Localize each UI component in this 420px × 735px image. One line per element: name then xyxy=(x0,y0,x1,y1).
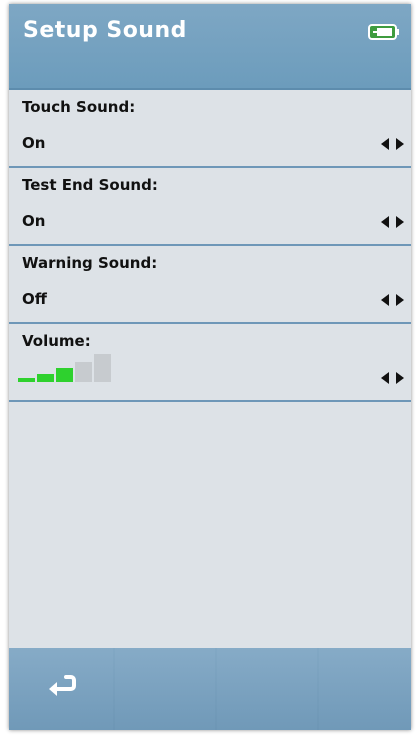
setting-test-end-sound[interactable]: Test End Sound: On xyxy=(9,168,411,246)
volume-bar xyxy=(75,362,92,382)
left-right-arrows-icon[interactable] xyxy=(379,371,407,385)
setting-label: Volume: xyxy=(22,332,91,350)
setting-label: Touch Sound: xyxy=(22,98,136,116)
volume-bar xyxy=(18,378,35,382)
device-screen: Setup Sound Touch Sound: On Test End Sou… xyxy=(9,4,411,730)
setting-label: Warning Sound: xyxy=(22,254,158,272)
page-title: Setup Sound xyxy=(23,18,187,43)
volume-bar xyxy=(56,368,73,382)
volume-level-indicator xyxy=(18,354,111,382)
softkey-2-button[interactable] xyxy=(115,648,215,730)
left-right-arrows-icon[interactable] xyxy=(379,215,407,229)
setting-warning-sound[interactable]: Warning Sound: Off xyxy=(9,246,411,324)
setting-value: Off xyxy=(22,290,47,308)
volume-bar xyxy=(37,374,54,382)
footer-bar xyxy=(9,648,411,730)
softkey-4-button[interactable] xyxy=(319,648,411,730)
left-right-arrows-icon[interactable] xyxy=(379,137,407,151)
back-icon xyxy=(49,675,76,696)
header-bar: Setup Sound xyxy=(9,4,411,90)
back-button[interactable] xyxy=(9,648,113,730)
setting-value: On xyxy=(22,134,46,152)
volume-bar xyxy=(94,354,111,382)
left-right-arrows-icon[interactable] xyxy=(379,293,407,307)
setting-touch-sound[interactable]: Touch Sound: On xyxy=(9,90,411,168)
setting-label: Test End Sound: xyxy=(22,176,158,194)
softkey-3-button[interactable] xyxy=(217,648,317,730)
battery-charging-icon xyxy=(368,24,399,40)
setting-value: On xyxy=(22,212,46,230)
